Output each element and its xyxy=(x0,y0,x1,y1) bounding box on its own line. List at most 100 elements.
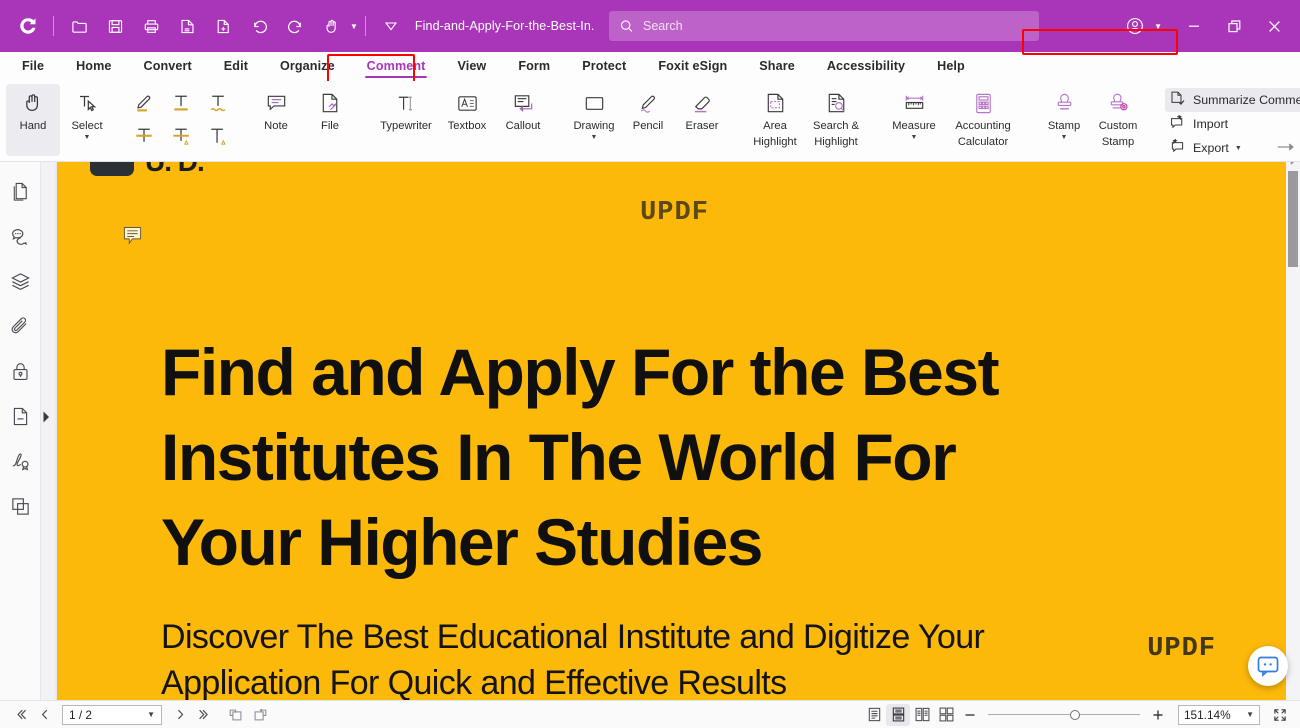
accounting-calculator-button[interactable]: Accounting Calculator xyxy=(945,84,1021,156)
sticky-note-marker-icon[interactable] xyxy=(123,226,142,252)
page-number-value: 1 / 2 xyxy=(69,707,92,722)
document-viewer[interactable]: U. D. UPDF Find and Apply For the Best I… xyxy=(41,162,1300,700)
save-as-icon[interactable] xyxy=(172,11,202,41)
rotate-right-icon[interactable] xyxy=(248,704,272,726)
zoom-level-input[interactable]: 151.14% ▼ xyxy=(1178,704,1260,725)
stamp-button[interactable]: Stamp ▼ xyxy=(1037,84,1091,156)
squiggly-underline-icon[interactable] xyxy=(200,85,237,119)
tab-organize[interactable]: Organize xyxy=(264,52,351,81)
prev-page-icon[interactable] xyxy=(32,704,56,726)
collapse-ribbon-icon[interactable] xyxy=(1276,140,1296,159)
save-icon[interactable] xyxy=(100,11,130,41)
search-input[interactable] xyxy=(642,19,1029,33)
file-attach-button[interactable]: File xyxy=(303,84,357,156)
strikethrough-icon[interactable] xyxy=(126,119,163,153)
restore-icon[interactable] xyxy=(1214,0,1254,52)
callout-button[interactable]: Callout xyxy=(495,84,551,156)
sidebar-item-comments[interactable] xyxy=(5,221,35,251)
custom-stamp-label2: Stamp xyxy=(1101,135,1135,148)
pdf-page[interactable]: U. D. UPDF Find and Apply For the Best I… xyxy=(57,162,1292,700)
two-page-scroll-view[interactable] xyxy=(934,704,958,726)
textbox-button[interactable]: Textbox xyxy=(439,84,495,156)
account-icon[interactable] xyxy=(1120,11,1150,41)
account-dropdown-icon[interactable]: ▼ xyxy=(1154,22,1162,31)
summarize-comments-button[interactable]: Summarize Comments xyxy=(1165,88,1300,112)
tab-convert[interactable]: Convert xyxy=(128,52,208,81)
tab-file[interactable]: File xyxy=(6,52,60,81)
support-chat-icon[interactable] xyxy=(1248,646,1288,686)
sidebar-item-security[interactable] xyxy=(5,356,35,386)
minimize-icon[interactable] xyxy=(1174,0,1214,52)
updf-logo-icon[interactable] xyxy=(13,11,43,41)
tab-help[interactable]: Help xyxy=(921,52,981,81)
new-file-icon[interactable] xyxy=(208,11,238,41)
sidebar-item-compare[interactable] xyxy=(5,491,35,521)
page-number-input[interactable]: 1 / 2 ▼ xyxy=(62,704,162,725)
scrollbar-thumb[interactable] xyxy=(1288,171,1298,267)
export-dropdown-icon[interactable]: ▼ xyxy=(1235,145,1242,152)
single-page-view[interactable] xyxy=(862,704,886,726)
rotate-left-icon[interactable] xyxy=(224,704,248,726)
custom-stamp-button[interactable]: Custom Stamp xyxy=(1091,84,1145,156)
print-icon[interactable] xyxy=(136,11,166,41)
replace-text-icon[interactable] xyxy=(163,119,200,153)
note-button[interactable]: Note xyxy=(249,84,303,156)
chevron-down-icon[interactable] xyxy=(376,11,406,41)
tab-edit[interactable]: Edit xyxy=(208,52,264,81)
search-box[interactable] xyxy=(608,11,1039,41)
drawing-button[interactable]: Drawing ▼ xyxy=(567,84,621,156)
tab-accessibility[interactable]: Accessibility xyxy=(811,52,921,81)
import-comments-button[interactable]: Import xyxy=(1165,112,1300,136)
stamp-dropdown-icon[interactable]: ▼ xyxy=(1061,134,1068,141)
page-dropdown-icon[interactable]: ▼ xyxy=(147,710,155,719)
measure-dropdown-icon[interactable]: ▼ xyxy=(911,134,918,141)
two-page-view[interactable] xyxy=(910,704,934,726)
tab-comment[interactable]: Comment xyxy=(351,52,442,81)
zoom-in-icon[interactable] xyxy=(1146,704,1170,726)
redo-icon[interactable] xyxy=(280,11,310,41)
next-page-icon[interactable] xyxy=(168,704,192,726)
close-icon[interactable] xyxy=(1254,0,1294,52)
sidebar-item-thumbnails[interactable] xyxy=(5,176,35,206)
tab-foxit-esign[interactable]: Foxit eSign xyxy=(642,52,743,81)
document-subline: Discover The Best Educational Institute … xyxy=(161,618,985,700)
area-highlight-button[interactable]: Area Highlight xyxy=(745,84,805,156)
drawing-dropdown-icon[interactable]: ▼ xyxy=(591,134,598,141)
tab-home[interactable]: Home xyxy=(60,52,127,81)
tab-form[interactable]: Form xyxy=(502,52,566,81)
eraser-button[interactable]: Eraser xyxy=(675,84,729,156)
pencil-button[interactable]: Pencil xyxy=(621,84,675,156)
select-button[interactable]: Select ▼ xyxy=(60,84,114,156)
hand-button[interactable]: Hand xyxy=(6,84,60,156)
ribbon-group-measure: Measure ▼ Accounting Calculator xyxy=(879,81,1025,161)
sidebar-item-signatures[interactable] xyxy=(5,446,35,476)
last-page-icon[interactable] xyxy=(192,704,216,726)
insert-text-icon[interactable] xyxy=(200,119,237,153)
typewriter-button[interactable]: Typewriter xyxy=(373,84,439,156)
hand-tool-icon[interactable] xyxy=(316,11,346,41)
vertical-scrollbar[interactable] xyxy=(1286,162,1300,700)
search-highlight-button[interactable]: Search & Highlight xyxy=(805,84,867,156)
highlight-icon[interactable] xyxy=(126,85,163,119)
tab-view[interactable]: View xyxy=(441,52,502,81)
measure-button[interactable]: Measure ▼ xyxy=(883,84,945,156)
fullscreen-icon[interactable] xyxy=(1268,704,1292,726)
underline-icon[interactable] xyxy=(163,85,200,119)
sidebar-item-layers[interactable] xyxy=(5,266,35,296)
continuous-scroll-view[interactable] xyxy=(886,703,910,726)
hand-tool-dropdown-icon[interactable]: ▼ xyxy=(350,22,358,31)
tab-share[interactable]: Share xyxy=(743,52,811,81)
expand-pane-handle[interactable] xyxy=(41,404,50,430)
tab-protect[interactable]: Protect xyxy=(566,52,642,81)
open-file-icon[interactable] xyxy=(64,11,94,41)
sidebar-item-form-fields[interactable] xyxy=(5,401,35,431)
zoom-dropdown-icon[interactable]: ▼ xyxy=(1246,710,1254,719)
undo-icon[interactable] xyxy=(244,11,274,41)
zoom-slider-knob[interactable] xyxy=(1070,709,1080,720)
zoom-out-icon[interactable] xyxy=(958,704,982,726)
first-page-icon[interactable] xyxy=(8,704,32,726)
toolbar-divider xyxy=(53,16,54,36)
zoom-slider[interactable] xyxy=(988,707,1140,723)
select-dropdown-icon[interactable]: ▼ xyxy=(84,134,91,141)
sidebar-item-attachments[interactable] xyxy=(5,311,35,341)
